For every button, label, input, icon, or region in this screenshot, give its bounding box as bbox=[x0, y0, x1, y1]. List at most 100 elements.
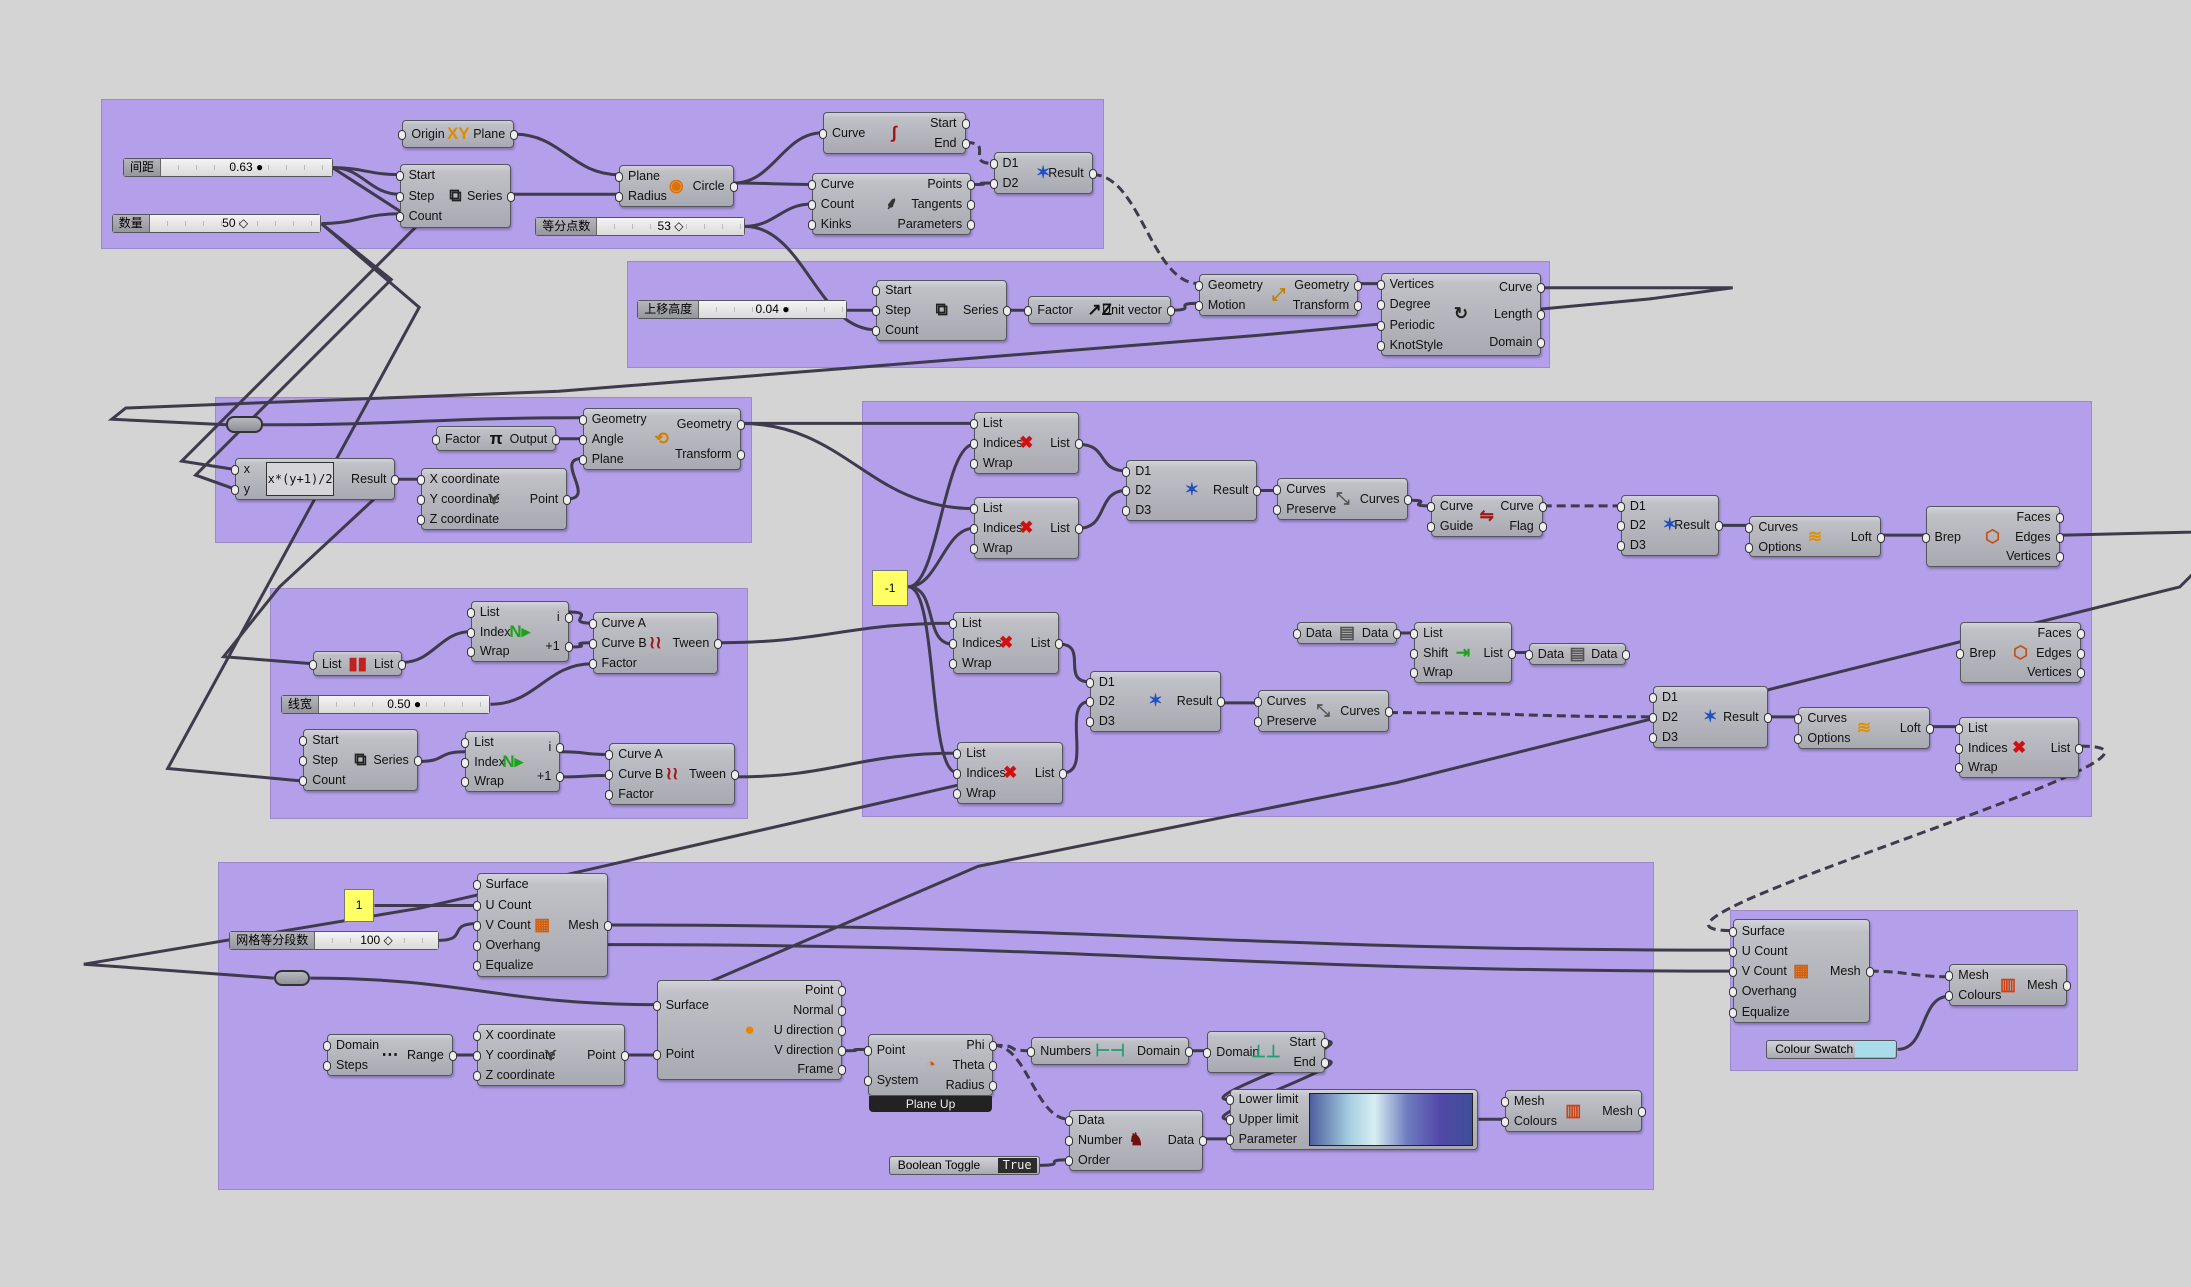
input-mesh[interactable]: Mesh bbox=[1945, 968, 1989, 982]
input-indices[interactable]: Indices bbox=[1955, 741, 2008, 755]
number-slider[interactable]: 线宽 0.50 ● bbox=[280, 694, 491, 714]
input-curve-b[interactable]: Curve B bbox=[588, 636, 647, 650]
component-flip[interactable]: Curve Guide Curve Flag ⇋ bbox=[1426, 494, 1548, 537]
output-v-direction[interactable]: V direction bbox=[774, 1043, 847, 1057]
component-plane-coords[interactable]: Point System Phi Theta Radius ◔ Plane Up bbox=[863, 1034, 998, 1112]
output-curves[interactable]: Curves bbox=[1360, 492, 1412, 506]
input-geometry[interactable]: Geometry bbox=[578, 412, 647, 426]
input-lower-limit[interactable]: Lower limit bbox=[1225, 1092, 1298, 1106]
input-step[interactable]: Step bbox=[395, 189, 434, 203]
output-theta[interactable]: Theta bbox=[953, 1058, 998, 1072]
component-cull3[interactable]: List Indices Wrap List ✖ bbox=[948, 612, 1064, 674]
output-tween[interactable]: Tween bbox=[689, 767, 739, 781]
output-point[interactable]: Point bbox=[587, 1048, 628, 1062]
input-point[interactable]: Point bbox=[863, 1043, 905, 1057]
input-brep[interactable]: Brep bbox=[1956, 646, 1996, 660]
output--1[interactable]: +1 bbox=[537, 769, 565, 783]
number-slider[interactable]: 上移高度 0.04 ● bbox=[637, 300, 847, 320]
component-move[interactable]: Geometry Motion Geometry Transform ⤢ bbox=[1194, 273, 1363, 316]
output-transform[interactable]: Transform bbox=[1293, 298, 1362, 312]
input-z-coordinate[interactable]: Z coordinate bbox=[416, 512, 499, 526]
input-step[interactable]: Step bbox=[299, 753, 338, 767]
output-end[interactable]: End bbox=[934, 136, 970, 150]
input-factor[interactable]: Factor bbox=[605, 787, 654, 801]
input-d3[interactable]: D3 bbox=[1616, 538, 1646, 552]
output-i[interactable]: i bbox=[549, 740, 564, 754]
input-surface[interactable]: Surface bbox=[472, 877, 529, 891]
input-d3[interactable]: D3 bbox=[1085, 714, 1115, 728]
output-mesh[interactable]: Mesh bbox=[568, 918, 612, 932]
component-range[interactable]: Domain Steps Range ⋯ bbox=[322, 1034, 457, 1076]
input-system[interactable]: System bbox=[863, 1073, 918, 1087]
input-wrap[interactable]: Wrap bbox=[461, 774, 504, 788]
input-surface[interactable]: Surface bbox=[1728, 924, 1785, 938]
input-data[interactable]: Data bbox=[1524, 647, 1564, 661]
panel-panel-neg1[interactable]: -1 bbox=[871, 570, 909, 607]
output-result[interactable]: Result bbox=[1048, 166, 1098, 180]
input-indices[interactable]: Indices bbox=[970, 436, 1023, 450]
component-nurbs[interactable]: Vertices Degree Periodic KnotStyle Curve Leng… bbox=[1376, 272, 1546, 357]
panel-panel-1[interactable]: 1 bbox=[343, 888, 375, 923]
number-slider[interactable]: 等分点数 53 ◇ bbox=[535, 216, 745, 236]
input-surface[interactable]: Surface bbox=[652, 998, 709, 1012]
component-end-points[interactable]: Curve Start End ∫ bbox=[818, 111, 971, 154]
component-unit-z[interactable]: Factor Unit vector ↗Z bbox=[1024, 296, 1175, 325]
input-knotstyle[interactable]: KnotStyle bbox=[1376, 338, 1443, 352]
gradient-preview[interactable] bbox=[1308, 1092, 1474, 1146]
component-shift[interactable]: List Shift Wrap List ⇥ bbox=[1409, 621, 1517, 684]
input-curves[interactable]: Curves bbox=[1273, 482, 1326, 496]
output-geometry[interactable]: Geometry bbox=[1294, 278, 1363, 292]
component-mesh-surface1[interactable]: Surface U Count V Count Overhang Equalize Mes… bbox=[472, 873, 612, 977]
input-curve[interactable]: Curve bbox=[807, 177, 854, 191]
input-data[interactable]: Data bbox=[1064, 1113, 1104, 1127]
component-cull1[interactable]: List Indices Wrap List ✖ bbox=[969, 412, 1084, 474]
input-d2[interactable]: D2 bbox=[1649, 710, 1678, 724]
output-start[interactable]: Start bbox=[1289, 1035, 1330, 1049]
component-mesh-colours1[interactable]: Mesh Colours Mesh ▥ bbox=[1500, 1089, 1646, 1132]
output-loft[interactable]: Loft bbox=[1851, 530, 1885, 544]
input-curves[interactable]: Curves bbox=[1253, 694, 1306, 708]
output-data[interactable]: Data bbox=[1168, 1133, 1208, 1147]
output-circle[interactable]: Circle bbox=[693, 179, 738, 193]
input-preserve[interactable]: Preserve bbox=[1273, 502, 1336, 516]
input-brep[interactable]: Brep bbox=[1921, 530, 1961, 544]
slider-track[interactable]: 0.63 ● bbox=[161, 158, 332, 176]
input-start[interactable]: Start bbox=[871, 283, 912, 297]
input-indices[interactable]: Indices bbox=[953, 766, 1006, 780]
output-plane[interactable]: Plane bbox=[473, 127, 519, 141]
output-edges[interactable]: Edges bbox=[2036, 646, 2086, 660]
output-domain[interactable]: Domain bbox=[1489, 335, 1546, 349]
component-merge3[interactable]: D1 D2 D3 Result ✶ bbox=[1616, 494, 1724, 557]
input-d1[interactable]: D1 bbox=[1616, 499, 1646, 513]
input-x-coordinate[interactable]: X coordinate bbox=[472, 1028, 556, 1042]
component-divide-curve[interactable]: Curve Count Kinks Points Tangents Parameters ⸙ bbox=[807, 173, 975, 235]
output-curve[interactable]: Curve bbox=[1499, 280, 1546, 294]
input-wrap[interactable]: Wrap bbox=[467, 644, 510, 658]
input-upper-limit[interactable]: Upper limit bbox=[1225, 1112, 1298, 1126]
component-mesh-surface2[interactable]: Surface U Count V Count Overhang Equalize Mes… bbox=[1728, 919, 1873, 1023]
input-steps[interactable]: Steps bbox=[323, 1058, 368, 1072]
input-overhang[interactable]: Overhang bbox=[472, 938, 540, 952]
input-order[interactable]: Order bbox=[1065, 1153, 1110, 1167]
input-x-coordinate[interactable]: X coordinate bbox=[416, 472, 500, 486]
component-tween1[interactable]: Curve A Curve B Factor Tween ≀≀ bbox=[588, 612, 723, 674]
input-curve-b[interactable]: Curve B bbox=[605, 767, 663, 781]
output-length[interactable]: Length bbox=[1494, 307, 1546, 321]
output-list[interactable]: List bbox=[1050, 436, 1084, 450]
input-options[interactable]: Options bbox=[1745, 540, 1801, 554]
input-d1[interactable]: D1 bbox=[1649, 690, 1678, 704]
component-gradient[interactable]: Lower limit Upper limit Parameter bbox=[1225, 1088, 1479, 1150]
component-xy-plane[interactable]: Origin Plane XY bbox=[398, 120, 519, 149]
input-curves[interactable]: Curves bbox=[1745, 520, 1798, 534]
output-mesh[interactable]: Mesh bbox=[2027, 978, 2071, 992]
output-points[interactable]: Points bbox=[927, 177, 975, 191]
input-curve-a[interactable]: Curve A bbox=[605, 747, 663, 761]
slider-handle-circle-icon[interactable]: ● bbox=[411, 697, 421, 711]
component-point1[interactable]: X coordinate Y coordinate Z coordinate Poin… bbox=[416, 468, 571, 530]
input-parameter[interactable]: Parameter bbox=[1225, 1132, 1297, 1146]
output-list[interactable]: List bbox=[1050, 521, 1084, 535]
component-join1[interactable]: Curves Preserve Curves ⤡ bbox=[1273, 477, 1412, 520]
component-eval-surface[interactable]: Surface Point Point Normal U direction V dire… bbox=[652, 979, 847, 1081]
component-data2[interactable]: Data Data ▤ bbox=[1524, 642, 1632, 666]
input-numbers[interactable]: Numbers bbox=[1027, 1044, 1091, 1058]
